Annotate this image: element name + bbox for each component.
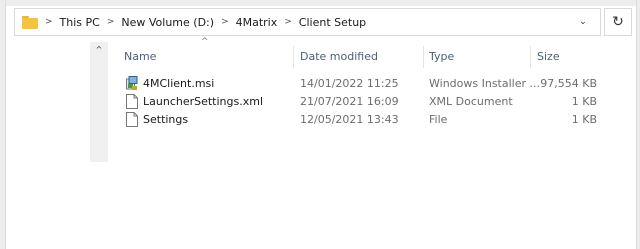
window-frame-left xyxy=(0,0,6,249)
file-type: Windows Installer ... xyxy=(429,77,540,90)
document-icon xyxy=(126,94,138,109)
navigation-pane-scrollbar[interactable] xyxy=(90,42,108,162)
file-size: 1 KB xyxy=(571,113,597,126)
file-date-modified: 14/01/2022 11:25 xyxy=(300,77,399,90)
breadcrumb-client-setup[interactable]: Client Setup xyxy=(299,16,366,29)
msi-installer-icon xyxy=(126,76,138,90)
sort-ascending-icon: ^ xyxy=(201,37,209,47)
breadcrumb-separator-icon[interactable]: > xyxy=(45,17,53,27)
file-size: 97,554 KB xyxy=(540,77,597,90)
column-divider[interactable] xyxy=(423,46,424,68)
column-divider[interactable] xyxy=(293,46,294,68)
file-name: 4MClient.msi xyxy=(143,77,215,90)
window-frame-top xyxy=(0,0,640,6)
breadcrumb-separator-icon[interactable]: > xyxy=(284,17,292,27)
window-frame-right xyxy=(636,0,640,249)
breadcrumb-this-pc[interactable]: This PC xyxy=(60,16,100,29)
breadcrumb-label: Client Setup xyxy=(298,15,367,29)
breadcrumb-separator-icon[interactable]: > xyxy=(107,17,115,27)
breadcrumb-new-volume[interactable]: New Volume (D:) xyxy=(121,16,214,29)
file-name: Settings xyxy=(143,113,189,126)
breadcrumb-separator-icon[interactable]: > xyxy=(221,17,229,27)
file-date-modified: 21/07/2021 16:09 xyxy=(300,95,399,108)
refresh-icon: ↻ xyxy=(612,14,624,30)
column-header-size[interactable]: Size xyxy=(537,50,560,66)
file-type: XML Document xyxy=(429,95,513,108)
file-type: File xyxy=(429,113,448,126)
breadcrumb-label: 4Matrix xyxy=(235,15,278,29)
breadcrumb-4matrix[interactable]: 4Matrix xyxy=(236,16,278,29)
file-row[interactable]: LauncherSettings.xml 21/07/2021 16:09 XM… xyxy=(118,93,603,110)
file-row[interactable]: 4MClient.msi 14/01/2022 11:25 Windows In… xyxy=(118,75,603,92)
breadcrumb-label: New Volume (D:) xyxy=(121,15,215,29)
folder-icon xyxy=(22,15,38,29)
refresh-button[interactable]: ↻ xyxy=(604,8,632,36)
file-size: 1 KB xyxy=(571,95,597,108)
file-explorer-window: > This PC > New Volume (D:) > 4Matrix > … xyxy=(0,0,640,249)
scroll-up-icon[interactable]: ^ xyxy=(92,44,106,56)
column-header-type[interactable]: Type xyxy=(429,50,454,66)
chevron-down-icon[interactable]: ⌄ xyxy=(576,15,590,29)
breadcrumb-label: This PC xyxy=(59,15,100,29)
column-header-date-modified[interactable]: Date modified xyxy=(300,50,378,66)
file-date-modified: 12/05/2021 13:43 xyxy=(300,113,399,126)
document-icon xyxy=(126,112,138,127)
address-bar[interactable]: > This PC > New Volume (D:) > 4Matrix > … xyxy=(14,8,601,36)
column-header-name[interactable]: Name xyxy=(124,50,156,66)
file-name: LauncherSettings.xml xyxy=(143,95,264,108)
column-divider[interactable] xyxy=(530,46,531,68)
file-row[interactable]: Settings 12/05/2021 13:43 File 1 KB xyxy=(118,111,603,128)
